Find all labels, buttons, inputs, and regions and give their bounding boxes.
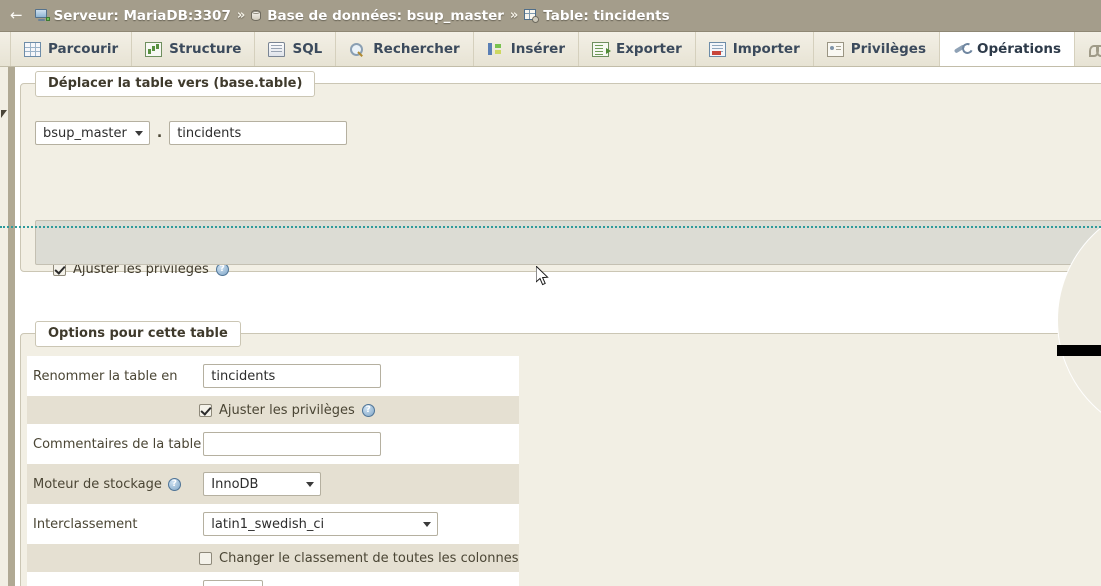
- table-row-change-all-collations: Changer le classement de toutes les colo…: [27, 544, 519, 572]
- browse-icon: [24, 41, 41, 57]
- table-row-auto-increment: AUTO_INCREMENT: [27, 572, 519, 586]
- help-icon[interactable]: ?: [361, 403, 375, 417]
- breadcrumb-item-server[interactable]: Serveur: MariaDB:3307: [34, 7, 231, 24]
- rename-table-input[interactable]: [203, 364, 382, 388]
- breadcrumb-separator-2: »: [509, 8, 519, 23]
- content-area: Déplacer la table vers (base.table) bsup…: [0, 67, 1101, 586]
- storage-engine-label: Moteur de stockage: [33, 476, 162, 492]
- tab-sql[interactable]: SQL: [255, 32, 337, 66]
- tab-exporter[interactable]: Exporter: [579, 32, 696, 66]
- table-options-panel: Options pour cette table Renommer la tab…: [20, 321, 1101, 586]
- sql-icon: [268, 41, 286, 57]
- table-row-adjust-privileges: Ajuster les privilèges ?: [27, 396, 519, 424]
- storage-engine-field-cell: InnoDB: [201, 464, 519, 504]
- table-row-collation: Interclassement latin1_swedish_ci: [27, 504, 519, 544]
- tab-operations-label: Opérations: [976, 41, 1062, 57]
- tab-bar: Parcourir Structure SQL Rechercher Insér…: [0, 32, 1101, 67]
- collapse-panel-handle-icon[interactable]: [0, 110, 8, 119]
- move-separator-dot: .: [156, 125, 163, 141]
- tab-privileges-label: Privilèges: [850, 41, 926, 57]
- insert-icon: [487, 42, 504, 57]
- comments-label: Commentaires de la table: [33, 436, 202, 452]
- tab-exporter-label: Exporter: [615, 41, 682, 57]
- change-all-collations-label: Changer le classement de toutes les colo…: [219, 550, 519, 566]
- adjust-privileges-cell: Ajuster les privilèges ?: [27, 396, 519, 424]
- table-icon: [524, 9, 540, 23]
- tab-privileges[interactable]: Privilèges: [814, 32, 940, 66]
- table-comments-input[interactable]: [203, 432, 382, 456]
- move-database-select[interactable]: bsup_master: [35, 121, 150, 145]
- left-panel-divider: [8, 67, 15, 586]
- trigger-icon: [1088, 42, 1101, 57]
- storage-engine-select[interactable]: InnoDB: [203, 472, 322, 496]
- tab-declencheurs[interactable]: Déclencheurs: [1075, 32, 1101, 66]
- collation-field-cell: latin1_swedish_ci: [201, 504, 519, 544]
- breadcrumb-item-table[interactable]: Table: tincidents: [524, 7, 670, 24]
- tab-inserer[interactable]: Insérer: [474, 32, 579, 66]
- move-table-legend: Déplacer la table vers (base.table): [35, 71, 316, 97]
- structure-icon: [145, 41, 163, 57]
- table-row-comments: Commentaires de la table: [27, 424, 519, 464]
- move-database-select-wrap: bsup_master: [35, 121, 150, 145]
- options-adjust-privileges-label: Ajuster les privilèges: [219, 402, 355, 418]
- back-arrow-icon[interactable]: ←: [10, 8, 23, 23]
- server-icon: [34, 9, 50, 22]
- table-row-rename: Renommer la table en: [27, 356, 519, 396]
- move-table-name-input[interactable]: [169, 121, 348, 145]
- left-gutter: [0, 67, 8, 586]
- dotted-guide-line: [0, 226, 1101, 228]
- database-icon: [251, 9, 262, 22]
- collation-select[interactable]: latin1_swedish_ci: [203, 512, 439, 536]
- comments-label-cell: Commentaires de la table: [27, 424, 202, 464]
- move-table-panel: Déplacer la table vers (base.table) bsup…: [20, 71, 1101, 277]
- collation-label: Interclassement: [33, 516, 138, 532]
- change-all-collations-cell: Changer le classement de toutes les colo…: [27, 544, 519, 572]
- tab-operations[interactable]: Opérations: [939, 32, 1076, 66]
- collation-label-cell: Interclassement: [27, 504, 202, 544]
- tab-structure[interactable]: Structure: [132, 32, 256, 66]
- table-options-table: Renommer la table en Ajuster les privilè…: [27, 356, 519, 586]
- tab-parcourir-label: Parcourir: [48, 41, 119, 57]
- export-icon: [591, 41, 611, 57]
- search-icon: [349, 42, 366, 57]
- table-row-storage-engine: Moteur de stockage ? InnoDB: [27, 464, 519, 504]
- auto-increment-field-cell: [201, 572, 519, 586]
- phpmyadmin-operations-page: ← Serveur: MariaDB:3307 » Base de donnée…: [0, 0, 1101, 586]
- auto-increment-input[interactable]: [203, 580, 264, 586]
- change-all-collations-checkbox[interactable]: [199, 551, 212, 565]
- breadcrumb-table-label: Table: tincidents: [543, 7, 670, 24]
- options-adjust-privileges-checkbox[interactable]: [199, 403, 212, 417]
- tab-importer[interactable]: Importer: [696, 32, 814, 66]
- tab-parcourir[interactable]: Parcourir: [10, 32, 133, 66]
- tab-rechercher[interactable]: Rechercher: [336, 32, 474, 66]
- storage-engine-label-cell: Moteur de stockage ?: [27, 464, 202, 504]
- import-icon: [708, 41, 726, 57]
- breadcrumb-item-database[interactable]: Base de données: bsup_master: [251, 8, 504, 24]
- move-target-row: bsup_master .: [35, 121, 348, 145]
- tab-rechercher-label: Rechercher: [373, 41, 460, 57]
- breadcrumb-database-label: Base de données: bsup_master: [267, 7, 504, 24]
- breadcrumb-bar: ← Serveur: MariaDB:3307 » Base de donnée…: [0, 0, 1101, 32]
- rename-field-cell: [201, 356, 519, 396]
- help-icon[interactable]: ?: [167, 477, 181, 491]
- comments-field-cell: [201, 424, 519, 464]
- privileges-icon: [826, 41, 844, 57]
- breadcrumb-separator-1: »: [236, 8, 246, 23]
- auto-increment-label-cell: AUTO_INCREMENT: [27, 572, 202, 586]
- rename-label-cell: Renommer la table en: [27, 356, 202, 396]
- rename-label: Renommer la table en: [33, 368, 178, 384]
- tab-structure-label: Structure: [169, 41, 242, 57]
- black-bar-overlay: [1057, 345, 1101, 356]
- breadcrumb-server-label: Serveur: MariaDB:3307: [53, 7, 231, 24]
- tab-importer-label: Importer: [732, 41, 800, 57]
- tab-inserer-label: Insérer: [510, 41, 565, 57]
- wrench-icon: [953, 42, 970, 57]
- tab-sql-label: SQL: [292, 41, 323, 57]
- table-options-legend: Options pour cette table: [35, 321, 241, 347]
